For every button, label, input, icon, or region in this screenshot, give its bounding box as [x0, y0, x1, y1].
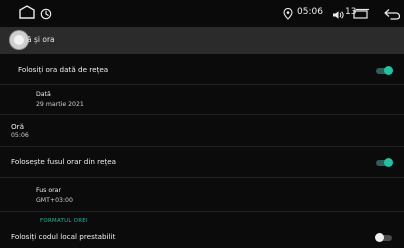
- toggle-knob: [384, 158, 393, 167]
- use-network-timezone-toggle[interactable]: [376, 158, 393, 167]
- volume-icon: [331, 6, 345, 25]
- status-time: 05:06: [297, 7, 323, 17]
- toggle-knob: [384, 66, 393, 75]
- home-icon[interactable]: [18, 4, 36, 23]
- use-locale-default-label: Folosiți codul local prestabilit: [11, 232, 116, 241]
- clock-icon: [40, 5, 52, 24]
- setting-time[interactable]: Oră 05:06: [0, 115, 404, 146]
- use-network-timezone-label: Folosește fusul orar din rețea: [11, 157, 117, 166]
- time-value: 05:06: [11, 132, 29, 139]
- timezone-label: Fus orar: [36, 187, 61, 194]
- setting-timezone[interactable]: Fus orar GMT+03:00: [0, 178, 404, 211]
- use-locale-default-toggle[interactable]: [375, 233, 392, 242]
- toggle-knob: [375, 233, 384, 242]
- overlay-button[interactable]: [10, 31, 28, 49]
- back-icon[interactable]: [383, 5, 401, 24]
- time-format-section: FORMATUL OREI: [0, 212, 404, 228]
- setting-use-locale-default[interactable]: Folosiți codul local prestabilit: [0, 228, 404, 248]
- use-network-time-label: Folosiți ora dată de rețea: [18, 65, 109, 74]
- status-bar: 05:06 13: [0, 0, 404, 27]
- time-label: Oră: [11, 122, 25, 131]
- date-value: 29 martie 2021: [36, 101, 84, 108]
- setting-use-network-time[interactable]: Folosiți ora dată de rețea: [0, 54, 404, 84]
- time-format-section-label: FORMATUL OREI: [40, 218, 88, 224]
- setting-date[interactable]: Dată 29 martie 2021: [0, 85, 404, 114]
- setting-use-network-timezone[interactable]: Folosește fusul orar din rețea: [0, 147, 404, 177]
- recent-apps-icon[interactable]: [352, 5, 370, 24]
- date-label: Dată: [36, 91, 51, 98]
- screen-header: ă și ora: [0, 27, 404, 54]
- use-network-time-toggle[interactable]: [376, 66, 393, 75]
- location-icon: [283, 5, 293, 24]
- timezone-value: GMT+03:00: [36, 197, 73, 204]
- screen-title: ă și ora: [27, 35, 55, 44]
